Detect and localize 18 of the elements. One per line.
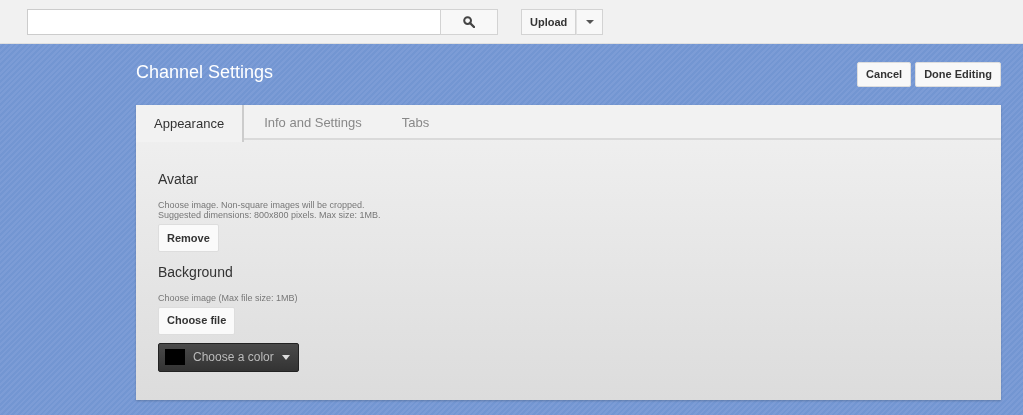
hint-text: Choose image. Non-square images will be cropped. Suggested dimensions: 800x800 pixels. Max size: 1MB. <box>158 199 382 220</box>
search-icon <box>463 16 475 28</box>
caret-icon <box>585 20 594 24</box>
remove-button[interactable]: Remove <box>158 223 219 252</box>
caret-icon <box>281 354 290 360</box>
search-button[interactable] <box>440 9 498 35</box>
done-button[interactable]: Done Editing <box>915 62 1001 87</box>
choose-file-button[interactable]: Choose file <box>158 306 236 335</box>
tab[interactable]: Appearance <box>136 105 245 142</box>
section-heading: Avatar <box>158 171 200 188</box>
page-title: Channel Settings <box>136 61 274 84</box>
hint-text: Choose image (Max file size: 1MB) <box>158 292 299 303</box>
upload-menu-button[interactable] <box>576 9 604 35</box>
upload-button[interactable]: Upload <box>521 9 577 35</box>
cancel-button[interactable]: Cancel <box>857 62 912 87</box>
search-field[interactable] <box>27 9 440 35</box>
color-picker-button[interactable]: Choose a color <box>158 342 299 372</box>
section-heading: Background <box>158 263 234 281</box>
